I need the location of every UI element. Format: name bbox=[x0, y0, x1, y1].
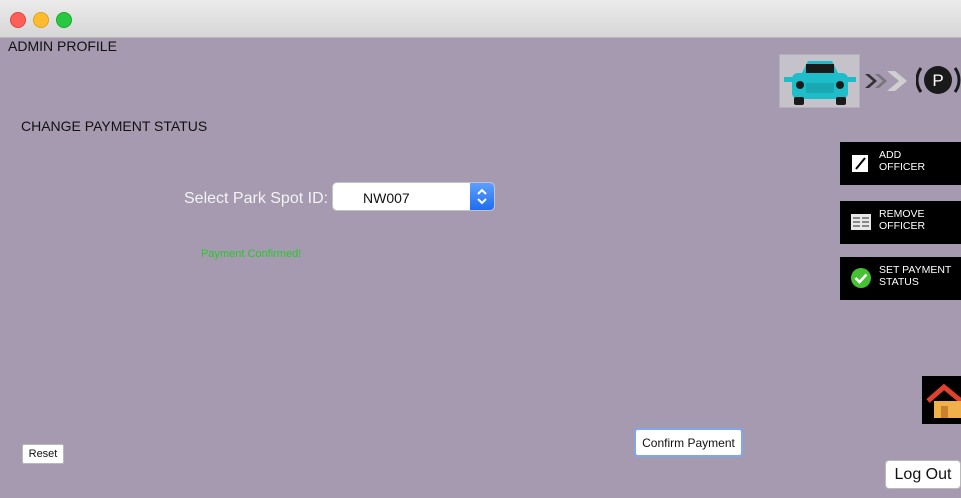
pencil-icon bbox=[852, 155, 868, 172]
park-spot-select[interactable]: NW007 bbox=[332, 182, 495, 211]
payment-status-message: Payment Confirmed! bbox=[201, 248, 302, 260]
section-title: CHANGE PAYMENT STATUS bbox=[21, 118, 208, 134]
app-logo: P bbox=[779, 50, 961, 108]
parking-icon: P bbox=[916, 66, 961, 94]
reset-button[interactable]: Reset bbox=[22, 444, 64, 464]
close-window-button[interactable] bbox=[10, 12, 26, 28]
double-chevron-icon bbox=[865, 71, 907, 91]
check-icon bbox=[851, 268, 871, 288]
minimize-window-button[interactable] bbox=[33, 12, 49, 28]
svg-text:P: P bbox=[932, 71, 943, 90]
remove-officer-button[interactable]: REMOVE OFFICER bbox=[840, 201, 961, 244]
add-officer-button[interactable]: ADD OFFICER bbox=[840, 142, 961, 185]
remove-officer-label: REMOVE OFFICER bbox=[879, 208, 926, 232]
park-spot-select-value: NW007 bbox=[363, 190, 410, 206]
confirm-payment-button[interactable]: Confirm Payment bbox=[634, 428, 743, 457]
list-icon bbox=[851, 214, 871, 230]
car-icon-box bbox=[779, 54, 860, 108]
logout-button[interactable]: Log Out bbox=[885, 460, 961, 489]
window-titlebar bbox=[0, 0, 961, 38]
page-title: ADMIN PROFILE bbox=[8, 38, 117, 54]
set-payment-status-button[interactable]: SET PAYMENT STATUS bbox=[840, 257, 961, 300]
select-stepper-icon[interactable] bbox=[470, 183, 494, 210]
car-icon bbox=[784, 61, 856, 105]
set-payment-status-label: SET PAYMENT STATUS bbox=[879, 264, 952, 288]
select-park-spot-label: Select Park Spot ID: bbox=[184, 190, 329, 207]
maximize-window-button[interactable] bbox=[56, 12, 72, 28]
home-icon bbox=[926, 383, 961, 418]
home-button[interactable] bbox=[922, 376, 961, 424]
add-officer-label: ADD OFFICER bbox=[879, 149, 926, 173]
